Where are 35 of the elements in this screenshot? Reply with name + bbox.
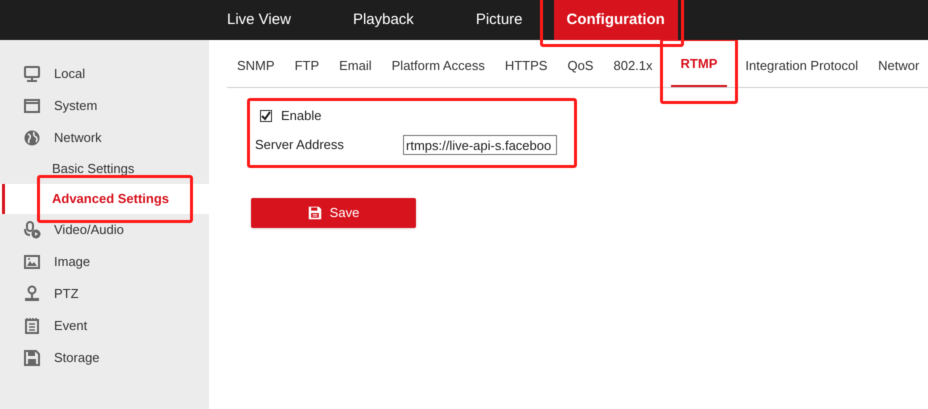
- field-label: Server Address: [255, 136, 345, 154]
- sidebar-item[interactable]: PTZ: [54, 284, 79, 304]
- tab[interactable]: Platform Access: [382, 56, 495, 87]
- globe-icon: [23, 129, 41, 147]
- joystick-icon: [23, 285, 41, 303]
- tab[interactable]: Email: [329, 56, 382, 87]
- sidebar-item[interactable]: Local: [54, 64, 86, 84]
- tab[interactable]: SNMP: [227, 56, 285, 87]
- checkbox[interactable]: [260, 110, 272, 122]
- sidebar-item[interactable]: Network: [54, 128, 102, 148]
- tab[interactable]: 802.1x: [603, 56, 663, 87]
- sidebar-item[interactable]: Storage: [54, 348, 100, 368]
- tab[interactable]: FTP: [284, 56, 330, 87]
- checkbox-label: Enable: [281, 107, 322, 126]
- tab[interactable]: QoS: [557, 56, 604, 87]
- microphone-icon: [23, 221, 41, 239]
- list-icon: [23, 317, 41, 335]
- sidebar-item[interactable]: Event: [54, 316, 88, 336]
- sidebar-item[interactable]: Image: [54, 252, 90, 272]
- tab[interactable]: HTTPS: [494, 56, 558, 87]
- save-button[interactable]: Save: [251, 198, 416, 228]
- nav-tab[interactable]: Live View: [196, 0, 322, 40]
- nav-tab[interactable]: Playback: [322, 0, 445, 40]
- nav-tab[interactable]: Picture: [444, 0, 554, 40]
- tab[interactable]: Integration Protocol: [735, 56, 868, 87]
- sidebar-item[interactable]: Video/Audio: [54, 220, 124, 240]
- sidebar-item[interactable]: System: [54, 96, 98, 116]
- monitor-icon: [23, 65, 41, 83]
- tab[interactable]: Networ: [868, 56, 928, 87]
- nav-tab[interactable]: Configuration: [554, 0, 678, 40]
- image-icon: [23, 253, 41, 271]
- server-address-field[interactable]: rtmps://live-api-s.faceboo: [403, 135, 557, 155]
- window-icon: [23, 97, 41, 115]
- tab[interactable]: RTMP: [670, 54, 728, 87]
- sidebar-subitem[interactable]: Basic Settings: [52, 159, 134, 179]
